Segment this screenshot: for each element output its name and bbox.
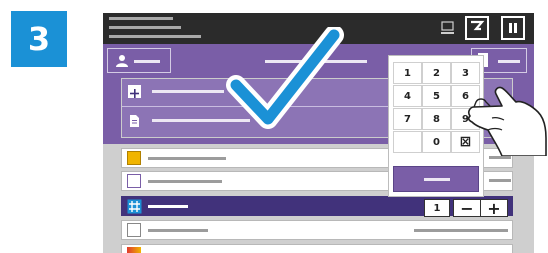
decrement-button[interactable]: − <box>453 199 481 218</box>
add-icon[interactable] <box>128 85 141 98</box>
user-icon <box>116 55 128 67</box>
row-value-line <box>489 179 511 182</box>
header-text-line <box>109 26 181 29</box>
list-item[interactable] <box>121 244 513 253</box>
pause-icon <box>509 23 517 33</box>
row-label-line <box>148 229 208 232</box>
key-7[interactable]: 7 <box>393 108 422 130</box>
color-icon <box>127 151 141 165</box>
key-1[interactable]: 1 <box>393 62 422 84</box>
device-status-icon[interactable] <box>440 20 456 38</box>
row-value-line <box>414 229 508 232</box>
add-label-line <box>152 90 224 93</box>
checkmark-icon <box>226 27 344 129</box>
key-blank <box>393 131 422 153</box>
start-label-line <box>498 60 520 63</box>
increment-button[interactable]: + <box>480 199 508 218</box>
document-icon[interactable] <box>129 113 140 127</box>
header-text-line <box>109 35 201 38</box>
key-4[interactable]: 4 <box>393 85 422 107</box>
row-label-line <box>148 180 222 183</box>
step-number-badge: 3 <box>11 11 67 67</box>
key-2[interactable]: 2 <box>422 62 451 84</box>
sign-in-button[interactable] <box>107 48 171 73</box>
confirm-label-line <box>424 178 450 181</box>
key-5[interactable]: 5 <box>422 85 451 107</box>
key-0[interactable]: 0 <box>422 131 451 153</box>
sides-icon <box>127 223 141 237</box>
row-label-line <box>148 157 226 160</box>
row-value-line <box>489 156 511 159</box>
keypad-confirm-button[interactable] <box>393 166 479 192</box>
key-8[interactable]: 8 <box>422 108 451 130</box>
interrupt-icon <box>471 20 485 31</box>
pointing-hand-icon <box>467 86 547 156</box>
paper-icon <box>127 174 141 188</box>
pause-button[interactable] <box>501 16 525 40</box>
interrupt-button[interactable] <box>465 16 489 40</box>
header-text-line <box>109 17 173 20</box>
hash-icon <box>127 199 142 214</box>
row-label-line <box>148 205 188 208</box>
quantity-field[interactable]: 1 <box>424 199 450 217</box>
sign-in-label-line <box>134 60 160 63</box>
quality-icon <box>127 247 141 253</box>
list-item[interactable] <box>121 220 513 240</box>
